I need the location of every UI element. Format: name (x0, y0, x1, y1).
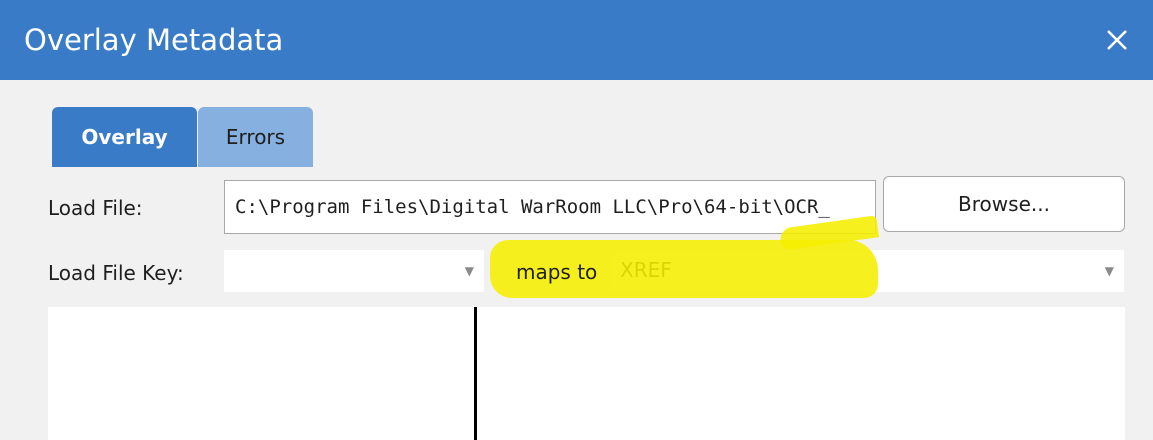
mapped-fields-list[interactable] (477, 307, 1125, 440)
maps-to-label: maps to (516, 260, 598, 284)
overlay-metadata-dialog: Overlay Metadata Overlay Errors Load Fil… (0, 0, 1153, 440)
close-button[interactable] (1092, 16, 1142, 64)
tab-errors[interactable]: Errors (198, 107, 313, 167)
title-bar[interactable]: Overlay Metadata (0, 0, 1153, 80)
load-file-key-label: Load File Key: (48, 261, 184, 285)
load-file-label: Load File: (48, 196, 143, 220)
load-file-path-input[interactable]: C:\Program Files\Digital WarRoom LLC\Pro… (224, 180, 876, 234)
dialog-title: Overlay Metadata (24, 23, 284, 57)
chevron-down-icon: ▼ (464, 264, 474, 278)
close-icon (1107, 30, 1127, 50)
chevron-down-icon: ▼ (1104, 264, 1114, 278)
load-file-key-select[interactable]: ▼ (224, 250, 484, 292)
browse-button[interactable]: Browse... (883, 176, 1125, 232)
maps-to-field-value: XREF (620, 258, 672, 282)
load-file-fields-list[interactable] (48, 307, 474, 440)
maps-to-field-select[interactable]: XREF ▼ (610, 250, 1124, 292)
tab-overlay[interactable]: Overlay (52, 107, 197, 167)
